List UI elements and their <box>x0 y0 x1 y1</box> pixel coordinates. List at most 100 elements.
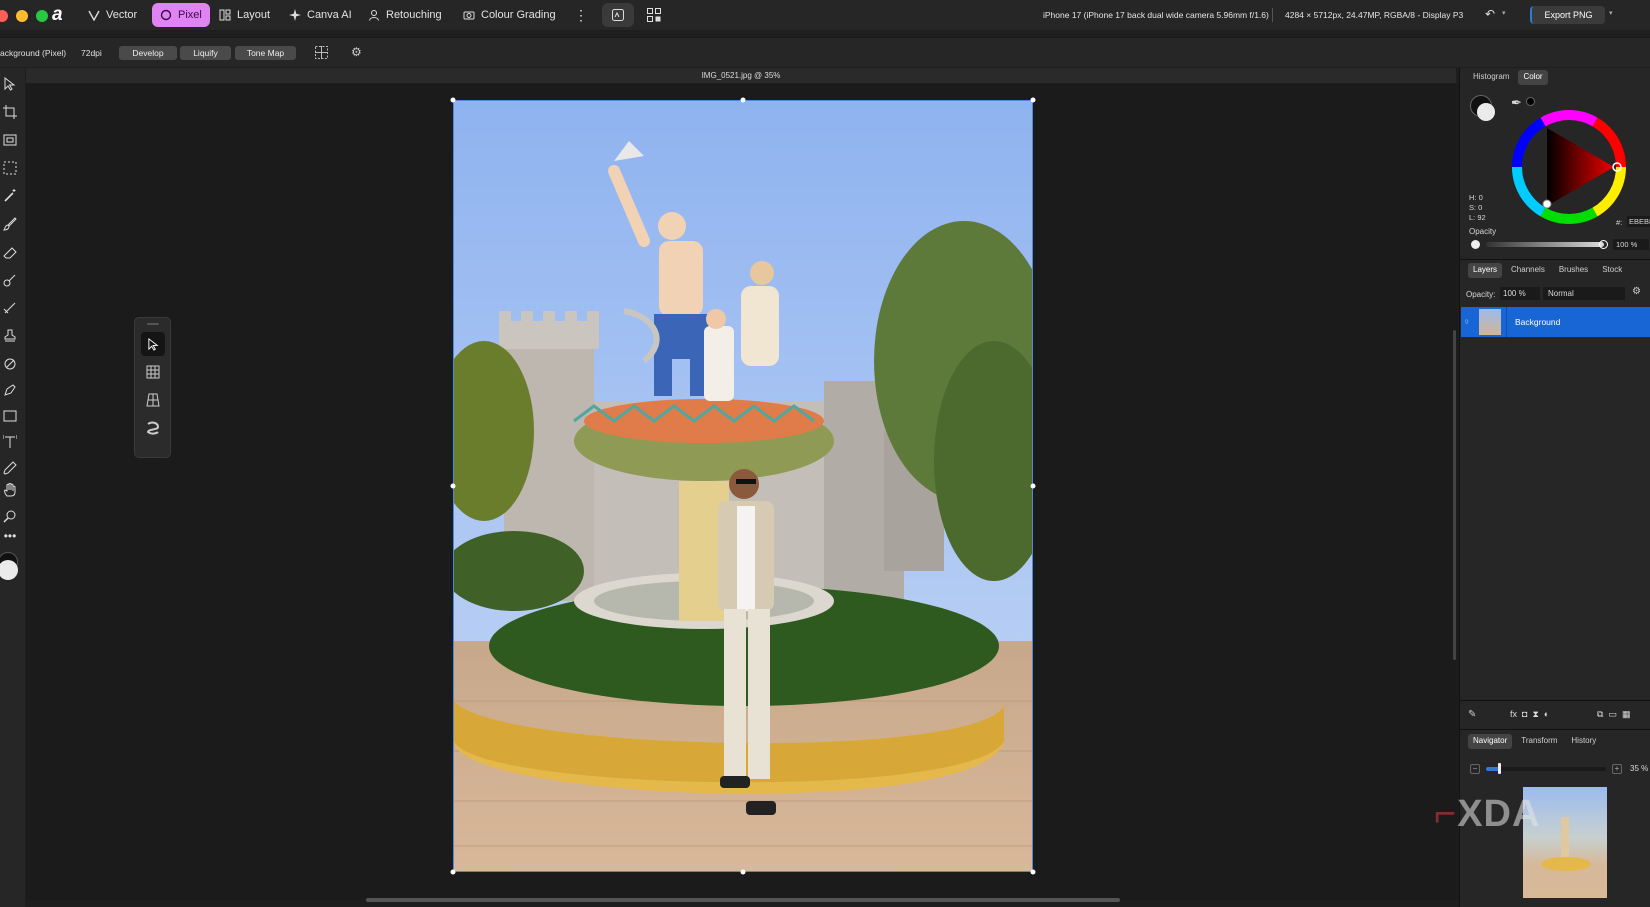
float-deform-tool[interactable] <box>141 416 165 440</box>
tab-histogram[interactable]: Histogram <box>1468 70 1514 85</box>
checker-icon[interactable]: ▦ <box>1622 709 1631 720</box>
layer-visibility-icon[interactable]: ◊ <box>1465 319 1475 326</box>
selection-handle[interactable] <box>1030 869 1036 875</box>
selection-handle[interactable] <box>1030 483 1036 489</box>
tab-transform[interactable]: Transform <box>1516 734 1562 749</box>
selection-handle[interactable] <box>450 483 456 489</box>
tab-history[interactable]: History <box>1566 734 1601 749</box>
studio-panel: Histogram Color ✒ H: 0 S: 0 L: 92 #: EBE… <box>1459 68 1650 907</box>
tone-map-button[interactable]: Tone Map <box>235 46 296 60</box>
layers-panel-tabs: Layers Channels Brushes Stock <box>1468 263 1627 278</box>
folder-icon[interactable]: ▭ <box>1608 709 1617 720</box>
selection-handle[interactable] <box>1030 97 1036 103</box>
color-picker-tool[interactable] <box>0 458 20 478</box>
zoom-icon <box>3 510 16 523</box>
settings-gear-icon[interactable]: ⚙ <box>351 45 362 59</box>
float-mesh-warp-tool[interactable] <box>141 360 165 384</box>
liquify-button[interactable]: Liquify <box>180 46 231 60</box>
tab-color[interactable]: Color <box>1518 70 1548 85</box>
opacity-slider[interactable] <box>1486 242 1604 247</box>
adjustment-icon[interactable]: ◐ <box>1544 709 1549 720</box>
zoom-window-button[interactable] <box>36 10 48 22</box>
horizontal-scrollbar[interactable] <box>366 898 1120 902</box>
undo-icon[interactable]: ↶ <box>1485 7 1495 21</box>
primary-color-swatch[interactable] <box>0 560 18 580</box>
grid-options-icon[interactable] <box>315 46 328 62</box>
blur-brush-tool[interactable] <box>0 298 20 318</box>
affinity-logo-icon[interactable]: a <box>52 5 72 25</box>
panel-grip-icon[interactable] <box>147 323 159 325</box>
zoom-out-icon[interactable]: − <box>1470 764 1480 774</box>
zoom-in-icon[interactable]: + <box>1612 764 1622 774</box>
hand-tool[interactable] <box>0 480 20 500</box>
move-tool[interactable] <box>0 74 20 94</box>
hourglass-icon[interactable]: ⧗ <box>1532 709 1538 720</box>
layer-settings-gear-icon[interactable]: ⚙ <box>1632 286 1641 297</box>
persona-colour-grading[interactable]: Colour Grading <box>455 3 564 27</box>
selection-handle[interactable] <box>450 869 456 875</box>
document-image[interactable] <box>453 100 1033 872</box>
color-wheel[interactable] <box>1510 108 1628 226</box>
persona-vector[interactable]: Vector <box>80 3 145 27</box>
assistant-button[interactable] <box>602 3 634 27</box>
edit-layer-icon[interactable]: ✎ <box>1468 709 1476 720</box>
zoom-tool[interactable] <box>0 506 20 526</box>
person-icon <box>369 10 379 21</box>
black-swatch[interactable] <box>1526 97 1535 106</box>
marquee-tool[interactable] <box>0 158 20 178</box>
tab-stock[interactable]: Stock <box>1597 263 1627 278</box>
develop-button[interactable]: Develop <box>119 46 177 60</box>
float-move-tool[interactable] <box>141 332 165 356</box>
opacity-slider-thumb[interactable] <box>1599 240 1608 249</box>
duplicate-layer-icon[interactable]: ⧉ <box>1597 709 1603 720</box>
dodge-tool[interactable] <box>0 270 20 290</box>
zoom-slider[interactable] <box>1486 767 1606 771</box>
color-opacity-label: Opacity <box>1469 227 1497 236</box>
more-tools-icon[interactable]: ••• <box>0 526 20 546</box>
tab-brushes[interactable]: Brushes <box>1554 263 1593 278</box>
persona-canva-ai[interactable]: Canva AI <box>281 3 360 27</box>
snapping-button[interactable] <box>646 7 662 26</box>
layer-opacity-field[interactable]: 100 % <box>1500 287 1540 300</box>
layer-actions-right: ⧉ ▭ ▦ <box>1597 709 1630 720</box>
close-window-button[interactable] <box>0 10 8 22</box>
tab-navigator[interactable]: Navigator <box>1468 734 1513 749</box>
selection-brush-icon <box>3 134 17 146</box>
watermark-text: XDA <box>1457 793 1541 835</box>
export-button[interactable]: Export PNG <box>1530 6 1605 24</box>
persona-layout[interactable]: Layout <box>211 3 278 27</box>
selection-handle[interactable] <box>740 869 746 875</box>
fill-color-swatch[interactable] <box>1477 103 1495 121</box>
paint-brush-tool[interactable] <box>0 214 20 234</box>
tab-channels[interactable]: Channels <box>1506 263 1550 278</box>
tab-layers[interactable]: Layers <box>1468 263 1503 278</box>
arrow-pointer-icon <box>4 77 16 91</box>
healing-tool[interactable] <box>0 354 20 374</box>
layer-row-background[interactable]: ◊ Background <box>1461 307 1650 337</box>
clone-tool[interactable] <box>0 326 20 346</box>
undo-chevron-down-icon[interactable]: ▾ <box>1502 9 1506 17</box>
text-tool[interactable] <box>0 432 20 452</box>
pen-tool[interactable] <box>0 380 20 400</box>
float-perspective-tool[interactable] <box>141 388 165 412</box>
persona-retouching[interactable]: Retouching <box>360 3 450 27</box>
eraser-tool[interactable] <box>0 242 20 262</box>
minimize-window-button[interactable] <box>16 10 28 22</box>
selection-handle[interactable] <box>450 97 456 103</box>
color-opacity-field[interactable]: 100 % <box>1613 239 1649 250</box>
zoom-slider-thumb[interactable] <box>1498 763 1501 774</box>
vertical-scrollbar[interactable] <box>1453 330 1456 660</box>
export-chevron-down-icon[interactable]: ▾ <box>1609 9 1613 17</box>
magic-wand-tool[interactable] <box>0 186 20 206</box>
persona-pixel[interactable]: Pixel <box>152 3 210 27</box>
selection-brush-tool[interactable] <box>0 130 20 150</box>
blend-mode-select[interactable]: Normal <box>1543 287 1625 300</box>
mask-icon[interactable]: ◘ <box>1522 709 1527 720</box>
more-options-icon[interactable]: ⋮ <box>574 8 588 22</box>
xda-logo-icon: ⌐ <box>1434 793 1458 835</box>
rectangle-tool[interactable] <box>0 406 20 426</box>
crop-tool[interactable] <box>0 102 20 122</box>
hex-field[interactable]: EBEBEB <box>1627 216 1650 227</box>
fx-icon[interactable]: fx <box>1510 709 1517 720</box>
selection-handle[interactable] <box>740 97 746 103</box>
